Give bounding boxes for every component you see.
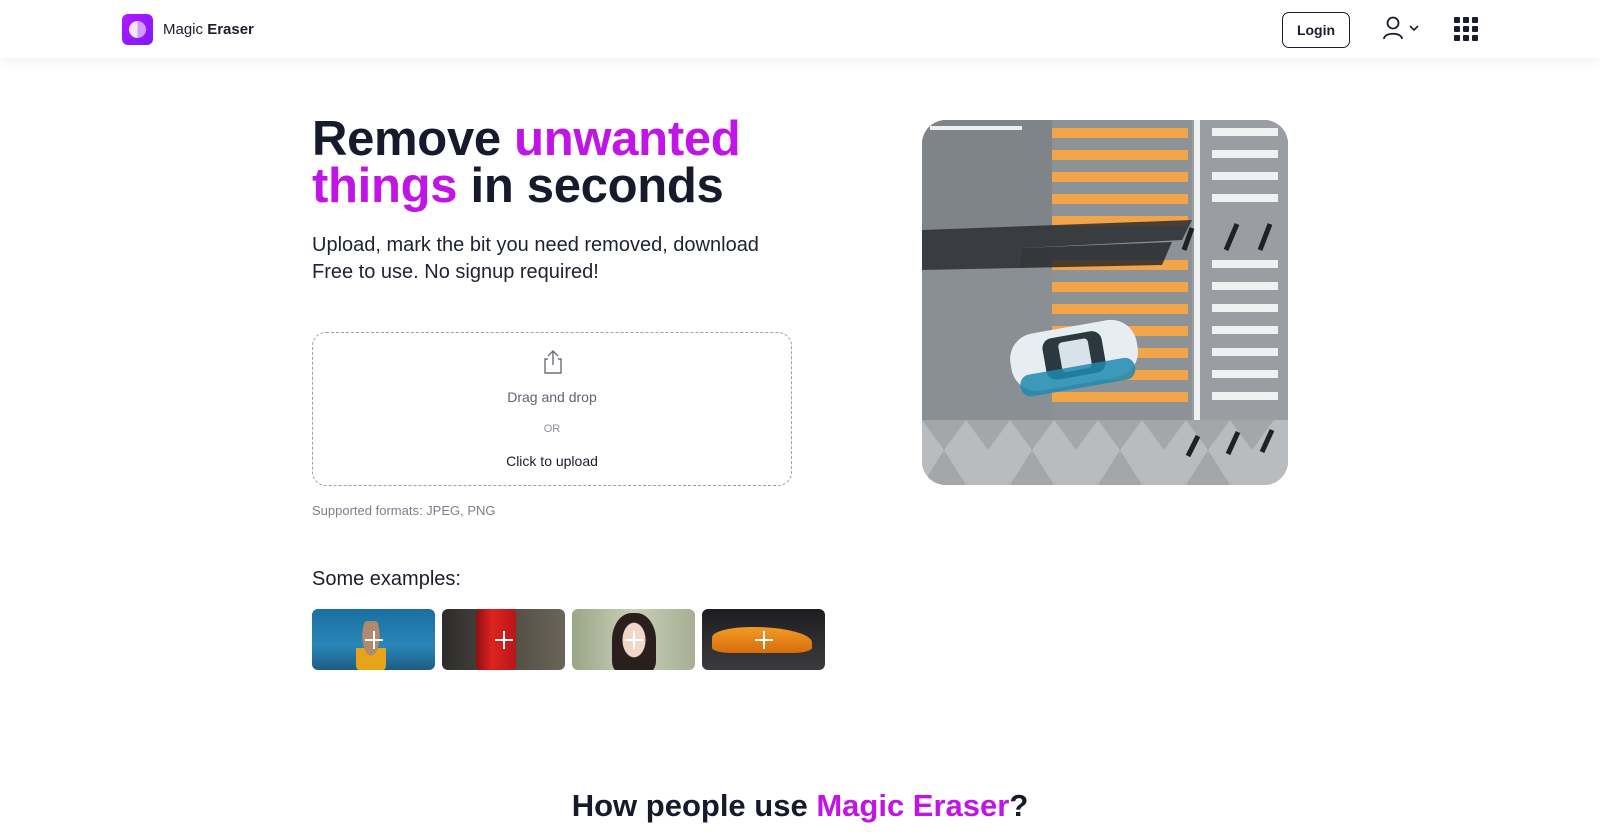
plus-icon [754,630,773,649]
logo-link[interactable]: Magic Eraser [122,14,254,45]
user-menu[interactable] [1382,16,1420,40]
how-people-use-title: How people use Magic Eraser? [0,788,1600,824]
apps-grid-icon[interactable] [1454,17,1478,41]
chevron-down-icon [1409,25,1419,32]
hero-crosswalk-photo [922,120,1288,485]
drag-and-drop-text: Drag and drop [507,389,597,405]
hero-subtitle: Upload, mark the bit you need removed, d… [312,232,759,286]
section-title-accent: Magic Eraser [816,788,1010,823]
top-header: Magic Eraser Login [0,0,1600,58]
click-to-upload-link[interactable]: Click to upload [313,453,791,469]
hero-title: Remove unwanted things in seconds [312,115,741,213]
login-button[interactable]: Login [1282,12,1350,48]
plus-icon [624,630,643,649]
hero-title-accent2: things [312,159,458,213]
examples-title: Some examples: [312,568,461,590]
upload-dropzone[interactable]: Drag and drop OR Click to upload [312,332,792,486]
example-thumb-cola[interactable] [442,609,565,670]
user-icon [1383,16,1403,40]
example-thumb-portrait[interactable] [572,609,695,670]
logo-text: Magic Eraser [163,21,254,38]
hero-title-accent1: unwanted [514,112,741,166]
section-title-part2: ? [1009,788,1029,823]
logo-text-light: Magic [163,21,204,38]
hero-subtitle-line2: Free to use. No signup required! [312,261,599,283]
logo-text-bold: Eraser [207,21,254,38]
examples-list [312,609,825,670]
section-title-part1: How people use [571,788,817,823]
example-thumb-dog[interactable] [312,609,435,670]
magic-eraser-logo-icon [122,14,153,45]
supported-formats-text: Supported formats: JPEG, PNG [312,503,496,518]
upload-icon [544,350,562,374]
hero-title-part2: in seconds [457,159,724,213]
plus-icon [494,630,513,649]
example-thumb-car[interactable] [702,609,825,670]
plus-icon [364,630,383,649]
hero-subtitle-line1: Upload, mark the bit you need removed, d… [312,234,759,256]
or-divider-text: OR [543,423,561,435]
hero-title-part1: Remove [312,112,515,166]
